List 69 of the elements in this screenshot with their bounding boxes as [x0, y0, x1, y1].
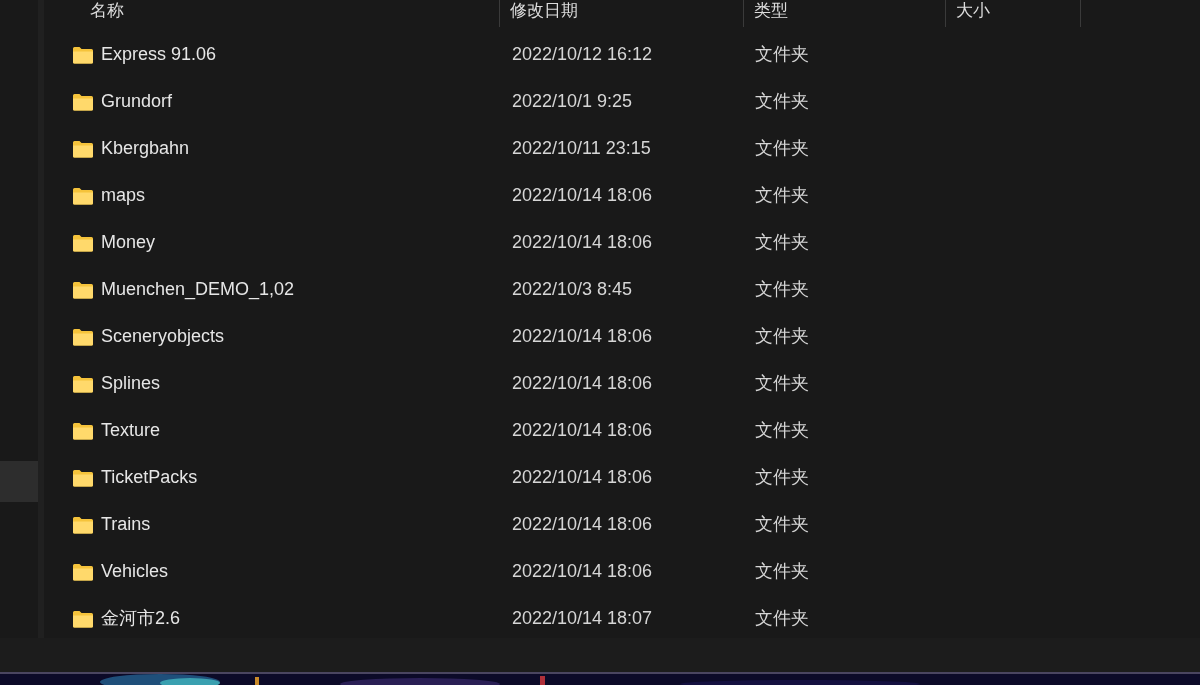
folder-name: Money — [101, 231, 156, 254]
modified-date: 2022/10/14 18:06 — [512, 513, 654, 536]
item-type: 文件夹 — [755, 43, 809, 66]
folder-icon — [72, 515, 94, 534]
folder-row[interactable]: Vehicles 2022/10/14 18:06 文件夹 — [44, 548, 1200, 595]
modified-date: 2022/10/14 18:06 — [512, 419, 654, 442]
folder-row[interactable]: TicketPacks 2022/10/14 18:06 文件夹 — [44, 454, 1200, 501]
modified-date: 2022/10/14 18:06 — [512, 372, 654, 395]
folder-icon — [72, 186, 94, 205]
modified-date: 2022/10/1 9:25 — [512, 90, 634, 113]
item-type: 文件夹 — [755, 325, 809, 348]
modified-date: 2022/10/14 18:07 — [512, 607, 654, 630]
item-type: 文件夹 — [755, 560, 809, 583]
column-header[interactable]: 大小 — [956, 0, 990, 22]
item-type: 文件夹 — [755, 278, 809, 301]
folder-name: Vehicles — [101, 560, 169, 583]
folder-icon — [72, 233, 94, 252]
folder-row[interactable]: Kbergbahn 2022/10/11 23:15 文件夹 — [44, 125, 1200, 172]
item-type: 文件夹 — [755, 90, 809, 113]
folder-row[interactable]: Sceneryobjects 2022/10/14 18:06 文件夹 — [44, 313, 1200, 360]
folder-icon — [72, 562, 94, 581]
folder-row[interactable]: Grundorf 2022/10/1 9:25 文件夹 — [44, 78, 1200, 125]
column-header[interactable]: 修改日期 — [510, 0, 578, 22]
folder-name: Muenchen_DEMO_1,02 — [101, 278, 295, 302]
item-type: 文件夹 — [755, 513, 809, 536]
folder-icon — [72, 45, 94, 64]
folder-icon — [72, 92, 94, 111]
item-type: 文件夹 — [755, 419, 809, 442]
column-header[interactable]: 类型 — [754, 0, 788, 22]
column-header[interactable]: 名称 — [90, 0, 124, 22]
folder-icon — [72, 374, 94, 393]
item-type: 文件夹 — [755, 184, 809, 207]
modified-date: 2022/10/14 18:06 — [512, 231, 654, 254]
folder-name: TicketPacks — [101, 466, 198, 489]
item-type: 文件夹 — [755, 372, 809, 395]
folder-name: Sceneryobjects — [101, 325, 225, 348]
modified-date: 2022/10/12 16:12 — [512, 43, 654, 66]
folder-row[interactable]: Express 91.06 2022/10/12 16:12 文件夹 — [44, 31, 1200, 78]
modified-date: 2022/10/14 18:06 — [512, 560, 654, 583]
modified-date: 2022/10/14 18:06 — [512, 184, 654, 207]
folder-icon — [72, 280, 94, 299]
modified-date: 2022/10/3 8:45 — [512, 278, 634, 301]
folder-row[interactable]: Money 2022/10/14 18:06 文件夹 — [44, 219, 1200, 266]
folder-row[interactable]: Texture 2022/10/14 18:06 文件夹 — [44, 407, 1200, 454]
item-type: 文件夹 — [755, 466, 809, 489]
modified-date: 2022/10/14 18:06 — [512, 325, 654, 348]
item-type: 文件夹 — [755, 137, 809, 160]
folder-name: Kbergbahn — [101, 137, 190, 160]
folder-icon — [72, 468, 94, 487]
folder-row[interactable]: Trains 2022/10/14 18:06 文件夹 — [44, 501, 1200, 548]
folder-icon — [72, 139, 94, 158]
modified-date: 2022/10/14 18:06 — [512, 466, 654, 489]
folder-name: Grundorf — [101, 90, 173, 113]
folder-name: maps — [101, 184, 145, 207]
item-type: 文件夹 — [755, 607, 809, 630]
folder-row[interactable]: Splines 2022/10/14 18:06 文件夹 — [44, 360, 1200, 407]
folder-row[interactable]: Muenchen_DEMO_1,02 2022/10/3 8:45 文件夹 — [44, 266, 1200, 313]
folder-name: Splines — [101, 372, 161, 395]
folder-icon — [72, 609, 94, 628]
item-type: 文件夹 — [755, 231, 809, 254]
folder-name: Trains — [101, 513, 151, 536]
folder-icon — [72, 421, 94, 440]
folder-row[interactable]: 金河市2.6 2022/10/14 18:07 文件夹 — [44, 595, 1200, 642]
folder-row[interactable]: maps 2022/10/14 18:06 文件夹 — [44, 172, 1200, 219]
folder-icon — [72, 327, 94, 346]
folder-name: 金河市2.6 — [101, 607, 181, 630]
modified-date: 2022/10/11 23:15 — [512, 137, 652, 160]
folder-name: Texture — [101, 419, 161, 442]
folder-name: Express 91.06 — [101, 43, 217, 66]
